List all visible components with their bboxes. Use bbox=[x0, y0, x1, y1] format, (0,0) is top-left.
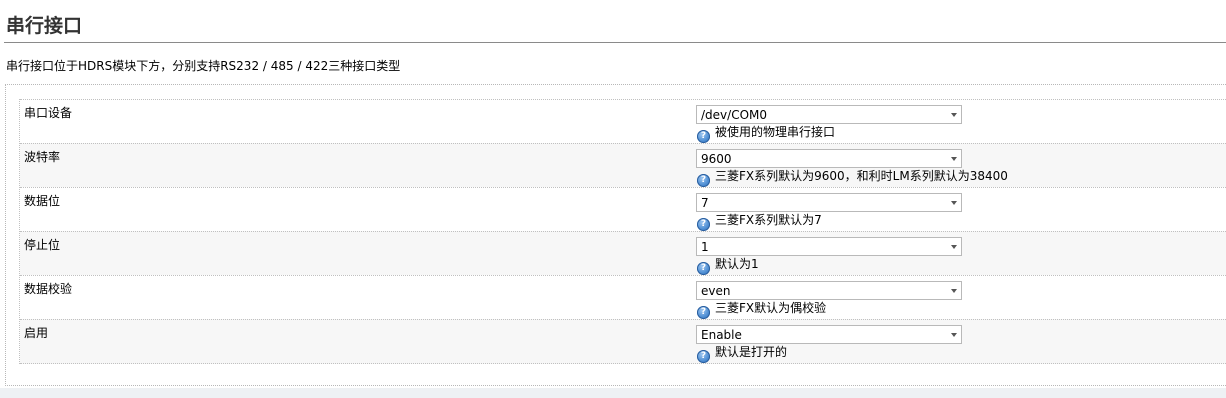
select-value: even bbox=[701, 284, 731, 298]
chevron-down-icon bbox=[951, 245, 957, 249]
setting-hint: ? 默认为1 bbox=[697, 257, 759, 275]
hint-text: 被使用的物理串行接口 bbox=[715, 125, 836, 139]
baud-rate-select[interactable]: 9600 bbox=[696, 149, 962, 168]
setting-row-parity: 数据校验 even ? 三菱FX默认为偶校验 bbox=[20, 275, 1226, 319]
select-value: 1 bbox=[701, 240, 709, 254]
hint-text: 三菱FX系列默认为9600，和利时LM系列默认为38400 bbox=[715, 169, 1008, 183]
setting-row-data-bits: 数据位 7 ? 三菱FX系列默认为7 bbox=[20, 187, 1226, 231]
setting-hint: ? 默认是打开的 bbox=[697, 345, 787, 363]
chevron-down-icon bbox=[951, 113, 957, 117]
setting-row-stop-bits: 停止位 1 ? 默认为1 bbox=[20, 231, 1226, 275]
enable-select[interactable]: Enable bbox=[696, 325, 962, 344]
setting-label: 数据校验 bbox=[24, 282, 73, 296]
page: 串行接口 串行接口位于HDRS模块下方，分别支持RS232 / 485 / 42… bbox=[0, 0, 1226, 398]
hint-text: 默认为1 bbox=[715, 257, 759, 271]
setting-hint: ? 被使用的物理串行接口 bbox=[697, 125, 835, 143]
hint-text: 三菱FX系列默认为7 bbox=[715, 213, 822, 227]
setting-row-baud-rate: 波特率 9600 ? 三菱FX系列默认为9600，和利时LM系列默认为38400 bbox=[20, 143, 1226, 187]
data-bits-select[interactable]: 7 bbox=[696, 193, 962, 212]
page-footer-band bbox=[0, 388, 1226, 398]
parity-select[interactable]: even bbox=[696, 281, 962, 300]
setting-hint: ? 三菱FX系列默认为7 bbox=[697, 213, 822, 231]
page-description: 串行接口位于HDRS模块下方，分别支持RS232 / 485 / 422三种接口… bbox=[6, 59, 401, 73]
setting-hint: ? 三菱FX系列默认为9600，和利时LM系列默认为38400 bbox=[697, 169, 1008, 187]
page-title: 串行接口 bbox=[6, 15, 83, 37]
help-icon: ? bbox=[697, 350, 710, 363]
chevron-down-icon bbox=[951, 333, 957, 337]
select-value: Enable bbox=[701, 328, 742, 342]
help-icon: ? bbox=[697, 130, 710, 143]
setting-row-enable: 启用 Enable ? 默认是打开的 bbox=[20, 319, 1226, 364]
setting-label: 停止位 bbox=[24, 238, 61, 252]
select-value: /dev/COM0 bbox=[701, 108, 767, 122]
setting-label: 启用 bbox=[24, 326, 49, 340]
select-value: 9600 bbox=[701, 152, 732, 166]
help-icon: ? bbox=[697, 174, 710, 187]
stop-bits-select[interactable]: 1 bbox=[696, 237, 962, 256]
settings-table: 串口设备 /dev/COM0 ? 被使用的物理串行接口 波特率 9600 ? 三菱F… bbox=[19, 99, 1226, 364]
help-icon: ? bbox=[697, 218, 710, 231]
chevron-down-icon bbox=[951, 289, 957, 293]
setting-label: 波特率 bbox=[24, 150, 61, 164]
hint-text: 三菱FX默认为偶校验 bbox=[715, 301, 827, 315]
setting-row-serial-device: 串口设备 /dev/COM0 ? 被使用的物理串行接口 bbox=[20, 99, 1226, 143]
title-divider bbox=[4, 42, 1226, 43]
setting-label: 数据位 bbox=[24, 194, 61, 208]
setting-hint: ? 三菱FX默认为偶校验 bbox=[697, 301, 826, 319]
help-icon: ? bbox=[697, 306, 710, 319]
help-icon: ? bbox=[697, 262, 710, 275]
chevron-down-icon bbox=[951, 157, 957, 161]
setting-label: 串口设备 bbox=[24, 106, 73, 120]
chevron-down-icon bbox=[951, 201, 957, 205]
hint-text: 默认是打开的 bbox=[715, 345, 788, 359]
serial-device-select[interactable]: /dev/COM0 bbox=[696, 105, 962, 124]
select-value: 7 bbox=[701, 196, 709, 210]
